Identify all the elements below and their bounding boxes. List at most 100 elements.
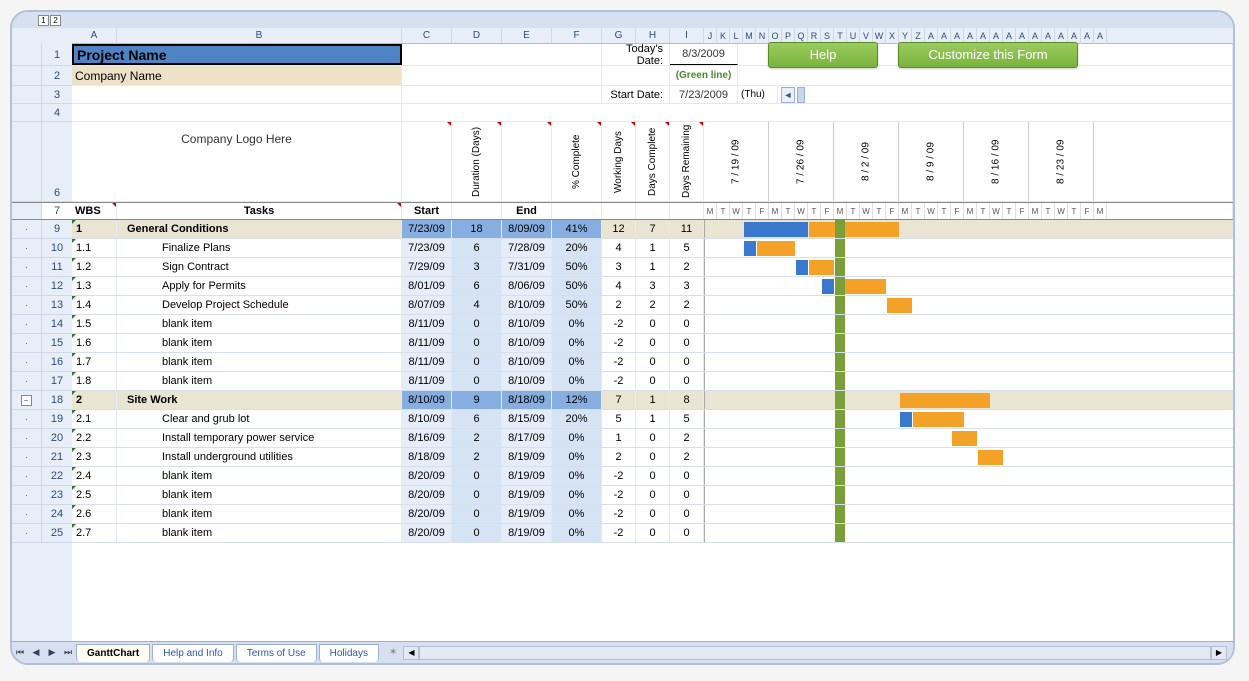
col-header-small[interactable]: L (730, 28, 743, 44)
cell-days-remaining[interactable]: 3 (670, 277, 704, 295)
cell-working-days[interactable]: -2 (602, 372, 636, 390)
cell-days-remaining[interactable]: 0 (670, 353, 704, 371)
cell-task[interactable]: Apply for Permits (117, 277, 402, 295)
cell-task[interactable]: Finalize Plans (117, 239, 402, 257)
cell-end[interactable]: 8/19/09 (502, 467, 552, 485)
cell-end[interactable]: 7/28/09 (502, 239, 552, 257)
table-row[interactable]: 2.7blank item8/20/0908/19/090%-200 (72, 524, 1233, 543)
cell-days-remaining[interactable]: 11 (670, 220, 704, 238)
cell-task[interactable]: Clear and grub lot (117, 410, 402, 428)
cell-wbs[interactable]: 2.7 (72, 524, 117, 542)
cell-days-complete[interactable]: 0 (636, 448, 670, 466)
col-header-small[interactable]: J (704, 28, 717, 44)
table-row[interactable]: 2.3Install underground utilities8/18/092… (72, 448, 1233, 467)
cell-start[interactable]: 7/29/09 (402, 258, 452, 276)
cell-task[interactable]: General Conditions (117, 220, 402, 238)
table-row[interactable]: 2.5blank item8/20/0908/19/090%-200 (72, 486, 1233, 505)
cell-pct[interactable]: 0% (552, 372, 602, 390)
table-row[interactable]: 1.7blank item8/11/0908/10/090%-200 (72, 353, 1233, 372)
cell-duration[interactable]: 9 (452, 391, 502, 409)
cell-duration[interactable]: 6 (452, 239, 502, 257)
outline-level-2[interactable]: 2 (50, 15, 61, 26)
col-header-i[interactable]: I (670, 28, 704, 43)
col-header-small[interactable]: X (886, 28, 899, 44)
tab-nav-first[interactable]: ⏮ (12, 645, 28, 661)
cell-pct[interactable]: 0% (552, 467, 602, 485)
row-header[interactable]: 14 (42, 318, 72, 330)
outline-level-1[interactable]: 1 (38, 15, 49, 26)
cell-pct[interactable]: 20% (552, 410, 602, 428)
row-header[interactable]: 22 (42, 470, 72, 482)
col-header-c[interactable]: C (402, 28, 452, 43)
row-header[interactable]: 3 (42, 89, 72, 101)
todays-date-value[interactable]: 8/3/2009 (670, 44, 738, 65)
cell-days-complete[interactable]: 0 (636, 334, 670, 352)
row-header[interactable]: 7 (42, 205, 72, 217)
cell-pct[interactable]: 20% (552, 239, 602, 257)
cell-start[interactable]: 8/11/09 (402, 353, 452, 371)
outline-toggle[interactable]: · (12, 448, 42, 466)
tab-holidays[interactable]: Holidays (319, 644, 379, 662)
cell-pct[interactable]: 0% (552, 353, 602, 371)
cell-days-remaining[interactable]: 0 (670, 467, 704, 485)
cell-days-remaining[interactable]: 0 (670, 372, 704, 390)
start-date-value[interactable]: 7/23/2009 (670, 86, 738, 103)
customize-button[interactable]: Customize this Form (898, 42, 1078, 68)
cell-end[interactable]: 8/19/09 (502, 505, 552, 523)
cell-duration[interactable]: 2 (452, 448, 502, 466)
cell-working-days[interactable]: 4 (602, 239, 636, 257)
cell-start[interactable]: 8/10/09 (402, 410, 452, 428)
cell-start[interactable]: 8/11/09 (402, 334, 452, 352)
cell-days-complete[interactable]: 0 (636, 353, 670, 371)
cell-wbs[interactable]: 2 (72, 391, 117, 409)
cell-wbs[interactable]: 1 (72, 220, 117, 238)
table-row[interactable]: 1.5blank item8/11/0908/10/090%-200 (72, 315, 1233, 334)
col-header-d[interactable]: D (452, 28, 502, 43)
cell-wbs[interactable]: 1.8 (72, 372, 117, 390)
cell-task[interactable]: blank item (117, 467, 402, 485)
cell-duration[interactable]: 2 (452, 429, 502, 447)
row-header[interactable]: 4 (42, 107, 72, 119)
cell-pct[interactable]: 0% (552, 315, 602, 333)
cell-duration[interactable]: 0 (452, 505, 502, 523)
cell-days-remaining[interactable]: 2 (670, 429, 704, 447)
col-header-small[interactable]: A (1081, 28, 1094, 44)
row-header[interactable]: 11 (42, 261, 72, 273)
cell-task[interactable]: blank item (117, 372, 402, 390)
cell-pct[interactable]: 0% (552, 505, 602, 523)
cell-days-complete[interactable]: 0 (636, 524, 670, 542)
cell-pct[interactable]: 50% (552, 258, 602, 276)
cell-duration[interactable]: 6 (452, 410, 502, 428)
cell-days-remaining[interactable]: 2 (670, 448, 704, 466)
outline-toggle[interactable]: · (12, 296, 42, 314)
cell-task[interactable]: blank item (117, 315, 402, 333)
cell-duration[interactable]: 18 (452, 220, 502, 238)
cell-task[interactable]: blank item (117, 486, 402, 504)
cell-days-complete[interactable]: 0 (636, 429, 670, 447)
cell-working-days[interactable]: -2 (602, 486, 636, 504)
cell-working-days[interactable]: 5 (602, 410, 636, 428)
outline-toggle[interactable]: · (12, 524, 42, 542)
cell-duration[interactable]: 6 (452, 277, 502, 295)
row-header[interactable]: 16 (42, 356, 72, 368)
cell-task[interactable]: blank item (117, 334, 402, 352)
cell-days-complete[interactable]: 1 (636, 391, 670, 409)
cell-task[interactable]: Install underground utilities (117, 448, 402, 466)
cell-start[interactable]: 8/11/09 (402, 372, 452, 390)
cell-end[interactable]: 8/10/09 (502, 296, 552, 314)
table-row[interactable]: 1.1Finalize Plans7/23/0967/28/0920%415 (72, 239, 1233, 258)
outline-toggle[interactable]: · (12, 334, 42, 352)
hscroll-right[interactable]: ▶ (1211, 646, 1227, 660)
cell-days-complete[interactable]: 7 (636, 220, 670, 238)
cell-days-complete[interactable]: 1 (636, 410, 670, 428)
cell-wbs[interactable]: 1.1 (72, 239, 117, 257)
help-button[interactable]: Help (768, 42, 878, 68)
cell-duration[interactable]: 4 (452, 296, 502, 314)
cell-wbs[interactable]: 1.5 (72, 315, 117, 333)
row-header[interactable]: 25 (42, 527, 72, 539)
cell-days-complete[interactable]: 0 (636, 372, 670, 390)
outline-toggle[interactable]: · (12, 277, 42, 295)
cell-days-complete[interactable]: 1 (636, 239, 670, 257)
col-header-a[interactable]: A (72, 28, 117, 43)
outline-toggle[interactable]: · (12, 467, 42, 485)
